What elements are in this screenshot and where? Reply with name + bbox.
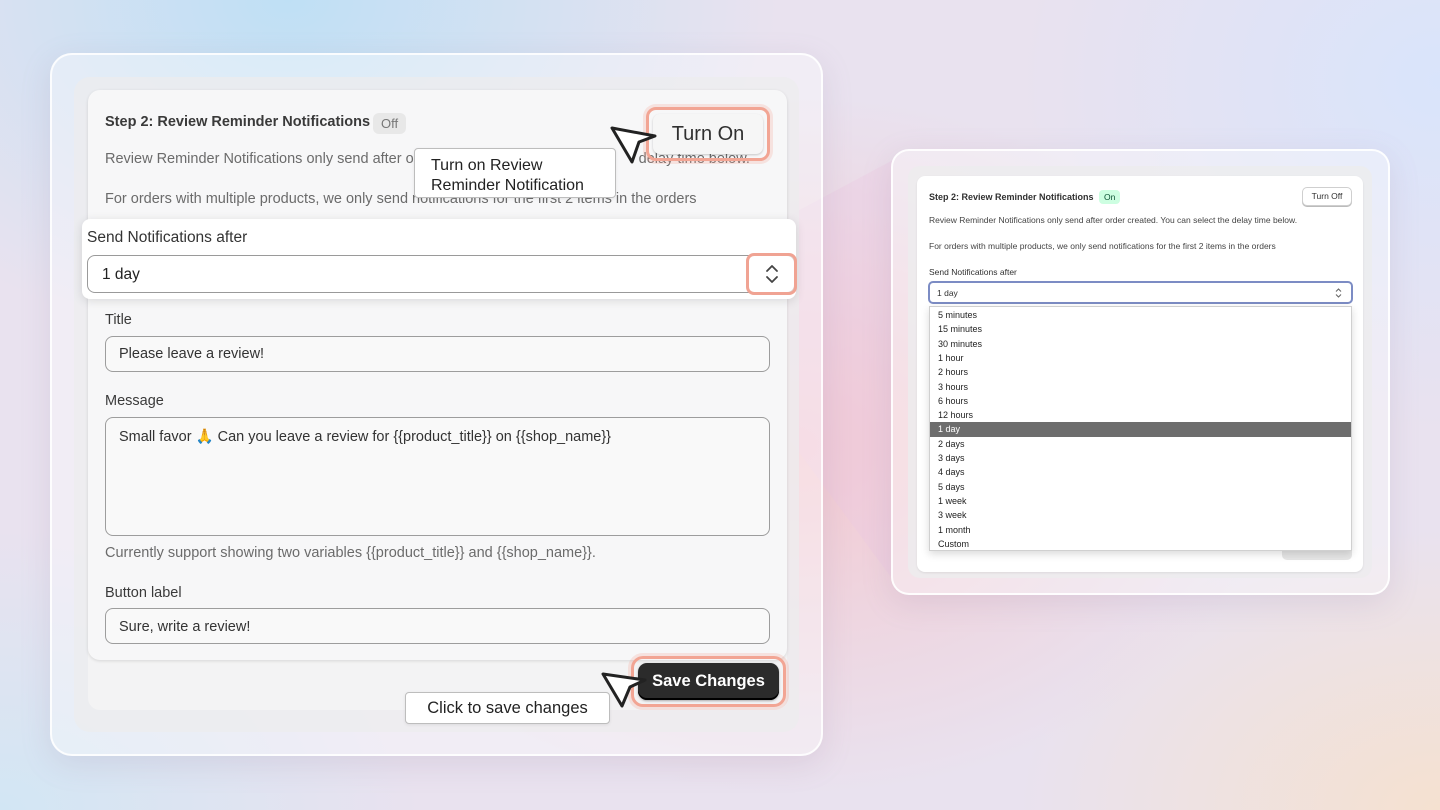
delay-option[interactable]: 2 days <box>930 437 1351 451</box>
turn-on-button[interactable]: Turn On <box>653 114 763 154</box>
chevron-updown-icon <box>766 265 778 283</box>
right-description-line-1: Review Reminder Notifications only send … <box>929 215 1298 225</box>
send-after-label: Send Notifications after <box>87 229 248 246</box>
delay-option[interactable]: 15 minutes <box>930 322 1351 336</box>
send-after-select[interactable] <box>87 255 795 293</box>
right-status-badge: On <box>1099 190 1121 204</box>
title-input-value: Please leave a review! <box>119 346 265 362</box>
turn-on-tooltip: Turn on Review Reminder Notification <box>414 148 616 198</box>
delay-option[interactable]: 12 hours <box>930 408 1351 422</box>
save-tooltip: Click to save changes <box>405 692 610 724</box>
delay-options-list[interactable]: 5 minutes 15 minutes 30 minutes 1 hour 2 hou… <box>929 306 1352 551</box>
delay-option[interactable]: 3 days <box>930 451 1351 465</box>
delay-option[interactable]: 1 day <box>930 422 1351 437</box>
title-label: Title <box>105 312 132 328</box>
delay-option[interactable]: 5 days <box>930 480 1351 494</box>
button-label-input-value: Sure, write a review! <box>119 619 251 635</box>
delay-option[interactable]: 4 days <box>930 465 1351 479</box>
save-changes-button[interactable]: Save Changes <box>638 663 779 700</box>
right-send-after-label: Send Notifications after <box>929 267 1017 277</box>
delay-option[interactable]: 30 minutes <box>930 337 1351 351</box>
delay-option[interactable]: 1 hour <box>930 351 1351 365</box>
right-save-button-ghost <box>1282 550 1352 560</box>
delay-option[interactable]: 3 hours <box>930 380 1351 394</box>
variables-help-text: Currently support showing two variables … <box>105 545 596 561</box>
chevron-updown-icon <box>1335 288 1342 298</box>
delay-option[interactable]: 1 month <box>930 523 1351 537</box>
delay-option[interactable]: 6 hours <box>930 394 1351 408</box>
cursor-arrow-icon <box>601 672 647 708</box>
delay-option[interactable]: Custom <box>930 537 1351 551</box>
delay-option[interactable]: 2 hours <box>930 365 1351 379</box>
delay-option[interactable]: 3 week <box>930 508 1351 522</box>
right-section-title: Step 2: Review Reminder Notifications <box>929 192 1094 202</box>
cursor-arrow-icon <box>610 126 657 164</box>
message-label: Message <box>105 393 164 409</box>
right-send-after-value: 1 day <box>937 288 958 298</box>
delay-option[interactable]: 1 week <box>930 494 1351 508</box>
turn-on-tooltip-line-2: Reminder Notification <box>431 176 584 194</box>
right-send-after-select[interactable] <box>928 281 1353 304</box>
send-after-value: 1 day <box>102 266 140 283</box>
section-title: Step 2: Review Reminder Notifications <box>105 114 371 130</box>
status-badge: Off <box>373 113 407 134</box>
turn-on-tooltip-line-1: Turn on Review <box>431 157 543 174</box>
button-label-label: Button label <box>105 585 182 601</box>
message-textarea-value: Small favor 🙏 Can you leave a review for… <box>119 429 612 445</box>
right-description-line-2: For orders with multiple products, we on… <box>929 241 1276 251</box>
turn-off-button[interactable]: Turn Off <box>1302 187 1352 206</box>
delay-option[interactable]: 5 minutes <box>930 308 1351 322</box>
